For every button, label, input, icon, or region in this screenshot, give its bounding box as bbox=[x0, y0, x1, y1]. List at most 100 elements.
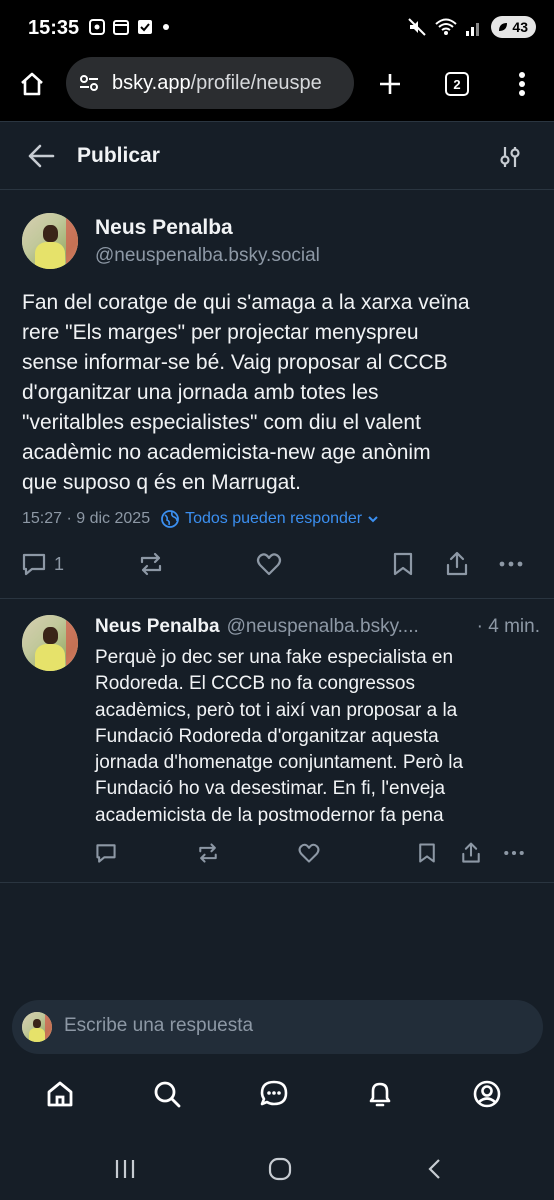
wifi-icon bbox=[435, 18, 458, 35]
more-options-button[interactable] bbox=[502, 841, 526, 865]
reply-composer[interactable]: Escribe una respuesta bbox=[12, 1000, 543, 1054]
battery-indicator: 43 bbox=[491, 16, 536, 38]
battery-level: 43 bbox=[512, 19, 528, 35]
reply-author-handle[interactable]: @neuspenalba.bsky.... bbox=[227, 616, 419, 638]
reply-button[interactable]: 1 bbox=[20, 550, 64, 578]
status-bar: 15:35 43 bbox=[0, 0, 554, 56]
share-button[interactable] bbox=[443, 550, 471, 578]
screenshot-icon bbox=[89, 19, 105, 35]
post-meta: 15:27 · 9 dic 2025 Todos pueden responde… bbox=[22, 509, 379, 529]
reply-count: 1 bbox=[54, 553, 65, 574]
reply-author-name[interactable]: Neus Penalba bbox=[95, 616, 220, 638]
bell-icon bbox=[369, 1082, 391, 1107]
share-button[interactable] bbox=[459, 841, 483, 865]
more-options-button[interactable] bbox=[497, 550, 525, 578]
url-bar[interactable]: bsky.app/profile/neuspe bbox=[66, 57, 354, 109]
author-handle[interactable]: @neuspenalba.bsky.social bbox=[95, 245, 320, 267]
bookmark-button[interactable] bbox=[416, 841, 438, 865]
post-timestamp: 15:27 · 9 dic 2025 bbox=[22, 510, 151, 527]
tab-profile[interactable] bbox=[467, 1074, 507, 1114]
reply-text: Perquè jo dec ser una fake especialista … bbox=[95, 645, 463, 829]
post-text-line: rere "Els marges" per projectar menyspre… bbox=[22, 321, 419, 344]
like-icon bbox=[298, 843, 320, 863]
reply-text-line: academicista de la postmodernor fa pena bbox=[95, 804, 444, 826]
page-title: Publicar bbox=[77, 144, 160, 167]
page-header: Publicar bbox=[0, 122, 554, 190]
avatar[interactable] bbox=[22, 615, 78, 671]
reply-text-line: jornada d'homenatge conjuntament. Però l… bbox=[95, 752, 464, 774]
dot-icon bbox=[163, 24, 169, 30]
reply-text-line: Fundació ho va desestimar. En fi, l'enve… bbox=[95, 778, 446, 800]
tab-chat[interactable] bbox=[254, 1074, 294, 1114]
system-nav-bar bbox=[0, 1135, 554, 1200]
tab-home[interactable] bbox=[40, 1074, 80, 1114]
like-icon bbox=[256, 553, 282, 576]
more-icon bbox=[499, 561, 523, 567]
status-system-icons: 43 bbox=[407, 16, 536, 38]
back-button[interactable] bbox=[26, 142, 56, 170]
status-time: 15:35 bbox=[28, 17, 80, 39]
share-icon bbox=[462, 842, 480, 863]
reply-text-line: Perquè jo dec ser una fake especialista … bbox=[95, 647, 454, 668]
bookmark-icon bbox=[393, 552, 413, 576]
signal-icon bbox=[466, 23, 480, 36]
new-tab-button[interactable] bbox=[370, 64, 410, 104]
home-icon bbox=[47, 1081, 73, 1107]
globe-icon bbox=[161, 510, 179, 528]
post-text-line: acadèmic no academicista-new age anònim bbox=[22, 441, 431, 464]
tab-switcher-button[interactable]: 2 bbox=[437, 64, 477, 104]
tab-notifications[interactable] bbox=[360, 1074, 400, 1114]
more-vertical-icon bbox=[519, 72, 525, 96]
post-text-line: que suposo q és en Marrugat. bbox=[22, 471, 302, 494]
back-chevron-icon bbox=[428, 1159, 440, 1179]
site-settings-icon bbox=[80, 75, 98, 91]
circle-home-icon bbox=[268, 1157, 292, 1181]
tab-search[interactable] bbox=[147, 1074, 187, 1114]
url-path: /profile/neuspe bbox=[190, 71, 322, 94]
composer-placeholder: Escribe una respuesta bbox=[64, 1015, 254, 1036]
browser-menu-button[interactable] bbox=[502, 64, 542, 104]
mute-icon bbox=[408, 18, 427, 36]
url-host: bsky.app bbox=[112, 71, 191, 94]
thread-settings-button[interactable] bbox=[496, 143, 524, 171]
recents-icon bbox=[115, 1160, 135, 1178]
system-back-button[interactable] bbox=[420, 1155, 450, 1183]
home-button[interactable] bbox=[12, 64, 52, 104]
recents-button[interactable] bbox=[110, 1155, 140, 1183]
like-button[interactable] bbox=[297, 841, 321, 865]
plus-icon bbox=[380, 74, 400, 94]
repost-icon bbox=[199, 843, 217, 863]
url-text: bsky.app/profile/neuspe bbox=[112, 72, 322, 95]
repost-icon bbox=[140, 552, 162, 576]
repost-button[interactable] bbox=[137, 550, 165, 578]
reply-icon bbox=[22, 553, 46, 576]
post-text-line: "veritalbles especialistes" com diu el v… bbox=[22, 411, 421, 434]
avatar[interactable] bbox=[22, 213, 78, 269]
reply-setting-button[interactable]: Todos pueden responder bbox=[160, 509, 379, 529]
search-icon bbox=[154, 1081, 181, 1108]
bookmark-button[interactable] bbox=[390, 550, 416, 578]
divider bbox=[0, 882, 554, 883]
status-notification-icons bbox=[88, 18, 172, 36]
settings-sliders-icon bbox=[500, 147, 520, 167]
avatar bbox=[22, 1012, 52, 1042]
repost-button[interactable] bbox=[196, 841, 220, 865]
home-icon bbox=[21, 72, 43, 96]
browser-toolbar: bsky.app/profile/neuspe 2 bbox=[0, 56, 554, 122]
profile-icon bbox=[473, 1080, 501, 1108]
reply-text-line: Rodoreda. El CCCB no fa congressos bbox=[95, 673, 415, 695]
share-icon bbox=[446, 551, 468, 576]
tab-count: 2 bbox=[445, 72, 469, 96]
calendar-icon bbox=[113, 20, 129, 35]
reply-button[interactable] bbox=[94, 841, 118, 865]
checkbox-icon bbox=[138, 20, 152, 34]
post-text-line: d'organitzar una jornada amb totes les bbox=[22, 381, 379, 404]
author-name[interactable]: Neus Penalba bbox=[95, 216, 233, 240]
chevron-down-icon bbox=[368, 516, 378, 523]
system-home-button[interactable] bbox=[265, 1155, 295, 1183]
back-arrow-icon bbox=[28, 144, 55, 168]
like-button[interactable] bbox=[255, 550, 283, 578]
bottom-tab-bar bbox=[0, 1060, 554, 1132]
reply-text-line: acadèmics, però tot i així van proposar … bbox=[95, 699, 458, 721]
reply-text-line: Fundació Rodoreda d'organitzar aquesta bbox=[95, 725, 439, 747]
